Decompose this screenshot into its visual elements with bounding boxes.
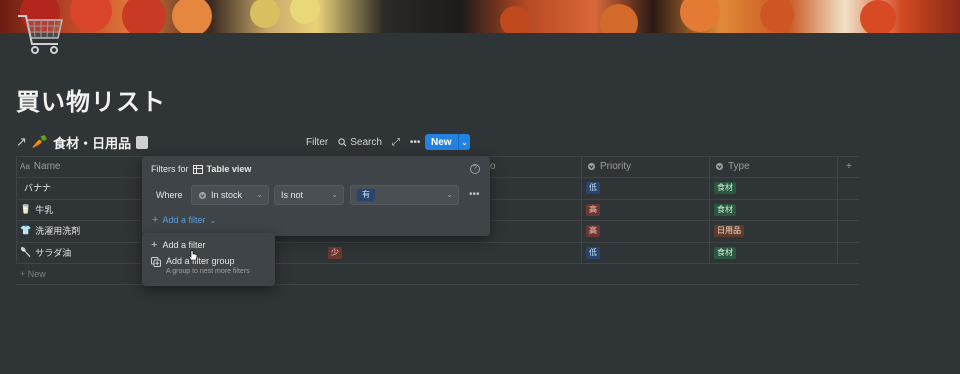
priority-tag: 低 — [586, 246, 600, 259]
help-icon[interactable]: ? — [470, 164, 480, 174]
table-row[interactable]: 🥄 サラダ油 — [20, 242, 71, 263]
chevron-down-icon: ⌄ — [446, 190, 453, 199]
toilet-paper-icon — [136, 135, 149, 149]
oil-icon: 🥄 — [20, 247, 32, 258]
chevron-down-icon: ⌄ — [209, 215, 217, 225]
stock-tag: 少 — [328, 246, 342, 259]
priority-tag: 高 — [586, 224, 600, 237]
filter-property-select[interactable]: In stock ⌄ — [191, 185, 269, 205]
priority-tag: 低 — [586, 181, 600, 194]
shirt-icon: 👕 — [20, 225, 32, 236]
search-button[interactable]: Search — [338, 137, 382, 148]
column-header-stock[interactable]: o — [486, 156, 526, 177]
milk-icon: 🥛 — [20, 204, 32, 215]
where-label: Where — [156, 190, 183, 200]
row-name: サラダ油 — [35, 249, 72, 259]
select-icon — [198, 191, 207, 199]
plus-icon: + — [152, 214, 159, 226]
hand-cursor-icon — [188, 250, 198, 261]
expand-icon[interactable]: ⤢ — [392, 137, 400, 148]
database-toolbar: Filter Search ⤢ ••• — [300, 133, 430, 151]
new-row-button[interactable]: + New — [20, 269, 46, 279]
more-options-icon[interactable]: ••• — [469, 189, 480, 200]
chevron-down-icon: ⌄ — [331, 190, 338, 199]
page-title: 買い物リスト — [16, 88, 166, 116]
table-icon — [192, 164, 203, 174]
row-name: 牛乳 — [35, 206, 54, 216]
database-title[interactable]: 食材・日用品 — [53, 133, 131, 152]
new-button[interactable]: New ⌄ — [425, 134, 470, 150]
menu-item-description: A group to nest more filters — [166, 268, 250, 275]
view-name: Table view — [206, 164, 252, 174]
link-arrow-icon[interactable]: ↗ — [16, 134, 27, 150]
chevron-down-icon[interactable]: ⌄ — [459, 138, 470, 147]
table-row[interactable]: 🥛 牛乳 — [20, 199, 53, 220]
filter-button[interactable]: Filter — [306, 137, 328, 148]
column-header-type[interactable]: Type — [711, 156, 835, 177]
plus-icon: + — [151, 239, 158, 251]
filter-group-icon — [151, 257, 161, 267]
row-name: バナナ — [24, 184, 52, 194]
select-icon — [715, 162, 724, 171]
row-name: 洗濯用洗剤 — [35, 227, 81, 237]
title-icon: Aa — [20, 162, 30, 171]
search-label: Search — [350, 136, 382, 148]
type-tag: 日用品 — [714, 224, 744, 237]
value-tag: 有 — [357, 189, 375, 201]
search-icon — [338, 137, 347, 146]
chevron-down-icon: ⌄ — [256, 190, 263, 199]
filter-panel-title: Filters for Table view — [151, 164, 252, 174]
filter-operator-select[interactable]: Is not ⌄ — [274, 185, 344, 205]
filter-panel: Filters for Table view ? Where In stock … — [142, 156, 490, 236]
new-button-label: New — [431, 136, 452, 148]
database-header[interactable]: ↗ 🥕 食材・日用品 — [16, 133, 149, 152]
add-filter-menu: + Add a filter Add a filter group A grou… — [142, 233, 275, 286]
shopping-cart-icon — [18, 15, 63, 54]
type-tag: 食材 — [714, 203, 736, 216]
column-header-priority[interactable]: Priority — [583, 156, 707, 177]
cover-image — [0, 0, 960, 33]
carrot-icon: 🥕 — [31, 134, 49, 149]
table-row[interactable]: バナナ — [20, 177, 51, 198]
more-options-icon[interactable]: ••• — [410, 137, 421, 148]
add-filter-button[interactable]: + Add a filter ⌄ — [152, 214, 216, 226]
menu-item-add-filter-group[interactable]: Add a filter group A group to nest more … — [151, 256, 250, 275]
filter-value-select[interactable]: 有 ⌄ — [350, 185, 459, 205]
type-tag: 食材 — [714, 181, 736, 194]
select-icon — [587, 162, 596, 171]
add-column-button[interactable]: + — [842, 156, 852, 177]
type-tag: 食材 — [714, 246, 736, 259]
table-row[interactable]: 👕 洗濯用洗剤 — [20, 220, 80, 241]
priority-tag: 高 — [586, 203, 600, 216]
